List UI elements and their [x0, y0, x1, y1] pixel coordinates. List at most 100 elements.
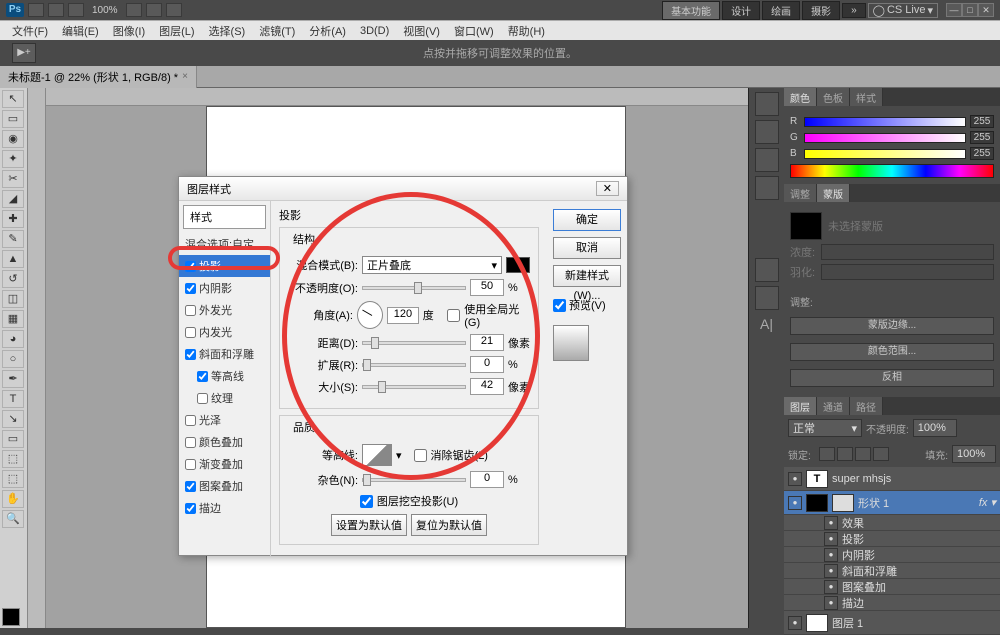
layer-row[interactable]: ●Tsuper mhsjs [784, 467, 1000, 491]
stamp-tool[interactable]: ▲ [2, 250, 24, 268]
tab-swatches[interactable]: 色板 [817, 88, 850, 106]
wand-tool[interactable]: ✦ [2, 150, 24, 168]
opacity-slider[interactable] [362, 286, 466, 290]
distance-slider[interactable] [362, 341, 466, 345]
global-light-checkbox[interactable] [447, 309, 460, 322]
style-color-overlay[interactable]: 颜色叠加 [179, 431, 270, 453]
style-checkbox[interactable] [197, 393, 208, 404]
menu-analysis[interactable]: 分析(A) [303, 21, 352, 41]
size-value[interactable]: 42 [470, 378, 504, 395]
crop-tool[interactable]: ✂ [2, 170, 24, 188]
contour-picker[interactable] [362, 444, 392, 466]
tab-paths[interactable]: 路径 [850, 397, 883, 415]
eraser-tool[interactable]: ◫ [2, 290, 24, 308]
distance-value[interactable]: 21 [470, 334, 504, 351]
knockout-checkbox[interactable] [360, 495, 373, 508]
style-checkbox[interactable] [185, 261, 196, 272]
r-slider[interactable] [804, 117, 966, 127]
fill-input[interactable]: 100% [952, 445, 996, 463]
menu-file[interactable]: 文件(F) [6, 21, 54, 41]
style-checkbox[interactable] [185, 459, 196, 470]
style-checkbox[interactable] [185, 349, 196, 360]
tab-mask[interactable]: 蒙版 [817, 184, 850, 202]
cs-live-button[interactable]: ◯CS Live▾ [868, 3, 938, 18]
new-style-button[interactable]: 新建样式(W)... [553, 265, 621, 287]
dialog-title-bar[interactable]: 图层样式 ✕ [179, 177, 627, 201]
style-bevel[interactable]: 斜面和浮雕 [179, 343, 270, 365]
paragraph-panel-icon[interactable] [755, 286, 779, 310]
type-tool[interactable]: T [2, 390, 24, 408]
close-tab-icon[interactable]: × [182, 71, 188, 82]
layer-row[interactable]: ●图层 1 [784, 611, 1000, 635]
style-outer-glow[interactable]: 外发光 [179, 299, 270, 321]
styles-heading[interactable]: 样式 [183, 205, 266, 229]
style-checkbox[interactable] [185, 503, 196, 514]
lock-all-icon[interactable] [873, 447, 889, 461]
noise-value[interactable]: 0 [470, 471, 504, 488]
workspace-painting-button[interactable]: 绘画 [762, 1, 800, 20]
mask-edge-button[interactable]: 蒙版边缘... [790, 317, 994, 335]
screen-mode-icon[interactable] [166, 3, 182, 17]
character-panel-icon[interactable] [755, 258, 779, 282]
b-value[interactable]: 255 [970, 147, 994, 160]
ok-button[interactable]: 确定 [553, 209, 621, 231]
mini-bridge-icon[interactable] [48, 3, 64, 17]
3d-camera-tool[interactable]: ⬚ [2, 470, 24, 488]
tab-layers[interactable]: 图层 [784, 397, 817, 415]
brush-presets-icon[interactable] [755, 176, 779, 200]
hand-tool[interactable]: ✋ [2, 490, 24, 508]
r-value[interactable]: 255 [970, 115, 994, 128]
b-slider[interactable] [804, 149, 966, 159]
character-a-icon[interactable]: A| [749, 316, 784, 332]
menu-help[interactable]: 帮助(H) [502, 21, 551, 41]
style-contour[interactable]: 等高线 [179, 365, 270, 387]
invert-button[interactable]: 反相 [790, 369, 994, 387]
lock-pixel-icon[interactable] [837, 447, 853, 461]
antialias-checkbox[interactable] [414, 449, 427, 462]
cancel-button[interactable]: 取消 [553, 237, 621, 259]
style-gradient-overlay[interactable]: 渐变叠加 [179, 453, 270, 475]
eye-icon[interactable]: ● [788, 616, 802, 630]
workspace-more-button[interactable]: » [842, 3, 866, 18]
3d-tool[interactable]: ⬚ [2, 450, 24, 468]
dodge-tool[interactable]: ○ [2, 350, 24, 368]
lasso-tool[interactable]: ◉ [2, 130, 24, 148]
effect-row[interactable]: ●效果 [784, 515, 1000, 531]
brush-tool[interactable]: ✎ [2, 230, 24, 248]
lock-trans-icon[interactable] [819, 447, 835, 461]
workspace-design-button[interactable]: 设计 [722, 1, 760, 20]
effect-row[interactable]: ●图案叠加 [784, 579, 1000, 595]
tab-channels[interactable]: 通道 [817, 397, 850, 415]
opacity-value[interactable]: 50 [470, 279, 504, 296]
eyedropper-tool[interactable]: ◢ [2, 190, 24, 208]
view-extras-icon[interactable] [68, 3, 84, 17]
arrange-icon[interactable] [146, 3, 162, 17]
menu-edit[interactable]: 编辑(E) [56, 21, 105, 41]
bridge-icon[interactable] [28, 3, 44, 17]
style-inner-shadow[interactable]: 内阴影 [179, 277, 270, 299]
eye-icon[interactable]: ● [824, 532, 838, 546]
menu-image[interactable]: 图像(I) [107, 21, 151, 41]
brush-panel-icon[interactable] [755, 120, 779, 144]
dialog-close-icon[interactable]: ✕ [596, 181, 619, 196]
gradient-tool[interactable]: ▦ [2, 310, 24, 328]
style-checkbox[interactable] [185, 305, 196, 316]
foreground-color[interactable] [2, 608, 20, 626]
layer-row[interactable]: ●形状 1fx ▾ [784, 491, 1000, 515]
document-tab[interactable]: 未标题-1 @ 22% (形状 1, RGB/8) * × [0, 66, 197, 88]
reset-default-button[interactable]: 复位为默认值 [411, 514, 487, 536]
blend-mode-combo[interactable]: 正片叠底▾ [362, 256, 502, 274]
effect-row[interactable]: ●描边 [784, 595, 1000, 611]
move-tool[interactable]: ↖ [2, 90, 24, 108]
workspace-essentials-button[interactable]: 基本功能 [662, 1, 720, 20]
eye-icon[interactable]: ● [824, 564, 838, 578]
size-slider[interactable] [362, 385, 466, 389]
style-pattern-overlay[interactable]: 图案叠加 [179, 475, 270, 497]
angle-value[interactable]: 120 [387, 307, 419, 324]
tab-styles[interactable]: 样式 [850, 88, 883, 106]
lock-pos-icon[interactable] [855, 447, 871, 461]
pen-tool[interactable]: ✒ [2, 370, 24, 388]
style-checkbox[interactable] [185, 415, 196, 426]
zoom-level[interactable]: 100% [88, 5, 122, 16]
menu-window[interactable]: 窗口(W) [448, 21, 500, 41]
